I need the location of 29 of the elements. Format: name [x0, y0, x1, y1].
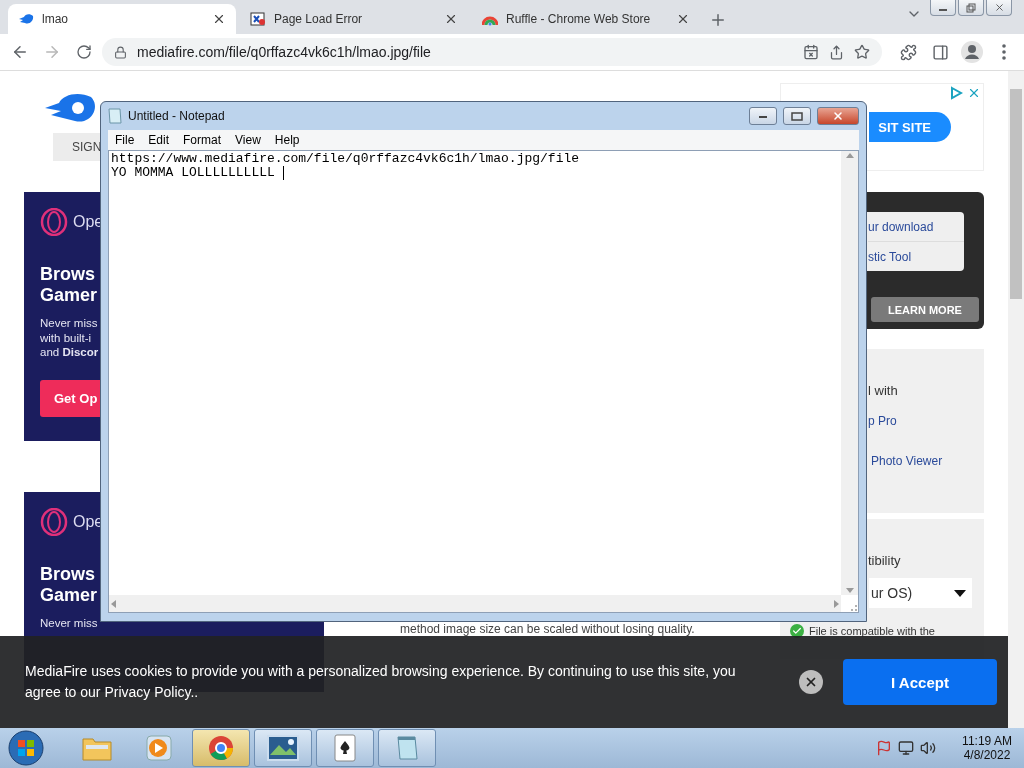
learn-more-button[interactable]: LEARN MORE	[871, 297, 979, 322]
os-select[interactable]: ur OS)	[869, 578, 972, 608]
get-opera-button[interactable]: Get Op	[40, 379, 100, 417]
card-heading: l with	[868, 383, 899, 398]
menu-item[interactable]: Edit	[141, 133, 177, 147]
sign-in-button[interactable]: SIGN	[53, 133, 100, 161]
ad-text: Never miss with built-i and Discor	[40, 316, 99, 360]
window-title: Untitled - Notepad	[128, 109, 226, 123]
description-text: method image size can be scaled without losing quality.	[400, 623, 696, 635]
download-link[interactable]: ur download	[868, 212, 964, 242]
app-link[interactable]: p Pro	[868, 414, 984, 428]
menu-item[interactable]: File	[108, 133, 142, 147]
menu-item[interactable]: View	[228, 133, 268, 147]
ad-headline: Brows Gamer	[40, 264, 98, 306]
download-link[interactable]: stic Tool	[868, 242, 964, 271]
menu-item[interactable]: Help	[267, 133, 307, 147]
browser-tab[interactable]: lmao	[8, 4, 236, 34]
ad-headline: Brows Gamer	[40, 564, 98, 606]
clock[interactable]: 11:19 AM 4/8/2022	[956, 734, 1018, 762]
card-heading: tibility	[868, 553, 902, 568]
accept-button[interactable]: I Accept	[843, 659, 997, 705]
ad-text: Never miss	[40, 616, 98, 631]
browser-tab[interactable]: Page Load Error	[240, 4, 468, 34]
cookie-text: MediaFire uses cookies to provide you with a personalized browsing experience. By continuing to use this site, you agree to our Privacy Policy..	[25, 662, 737, 702]
app-link[interactable]: Photo Viewer	[871, 454, 984, 468]
address-bar[interactable]: mediafire.com/file/q0rffazc4vk6c1h/lmao.jpg/file	[102, 38, 882, 66]
compatibility-note: File is compatible with the	[809, 625, 935, 637]
menu-item[interactable]: Format	[176, 133, 229, 147]
browser-tab[interactable]: Ruffle - Chrome Web Store	[472, 4, 700, 34]
